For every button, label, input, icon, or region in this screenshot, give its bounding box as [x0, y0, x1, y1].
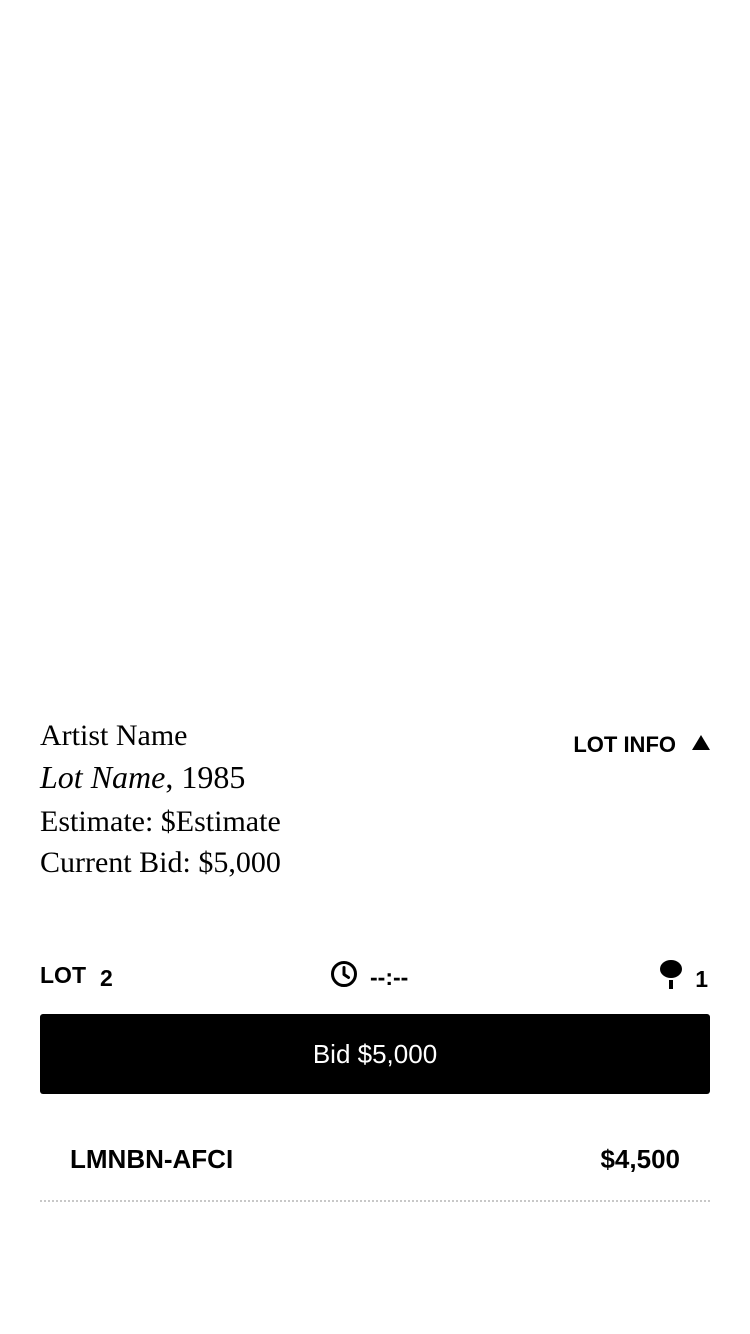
lot-name: Lot Name: [40, 759, 166, 795]
lot-info-label: LOT INFO: [573, 732, 676, 757]
bidder-id: LMNBN-AFCI: [70, 1144, 234, 1174]
lot-year: , 1985: [165, 759, 246, 795]
triangle-up-icon: [692, 734, 710, 750]
lot-number-group: LOT 2: [40, 962, 113, 991]
lot-status-row: LOT 2 --:-- 1: [40, 958, 710, 998]
bid-history-row: LMNBN-AFCI $4,500: [40, 1128, 710, 1202]
lot-estimate: Estimate: $Estimate: [40, 805, 281, 838]
paddle-icon: [659, 960, 683, 992]
bid-button[interactable]: Bid $5,000: [40, 1014, 710, 1094]
lot-title: Lot Name, 1985: [40, 758, 245, 796]
lot-info-toggle[interactable]: LOT INFO: [573, 732, 710, 758]
bidders-group: 1: [659, 960, 708, 992]
timer-value: --:--: [370, 963, 409, 990]
artist-name: Artist Name: [40, 719, 188, 752]
clock-icon: [330, 960, 358, 988]
bidder-count: 1: [695, 965, 708, 992]
timer-group: --:--: [330, 960, 409, 990]
lot-number: 2: [100, 965, 113, 991]
lot-details: Artist Name Lot Name, 1985 Estimate: $Es…: [40, 712, 710, 892]
bid-history: LMNBN-AFCI $4,500: [40, 1128, 710, 1202]
current-bid: Current Bid: $5,000: [40, 846, 281, 879]
bid-amount: $4,500: [600, 1144, 680, 1174]
lot-label: LOT: [40, 962, 86, 988]
